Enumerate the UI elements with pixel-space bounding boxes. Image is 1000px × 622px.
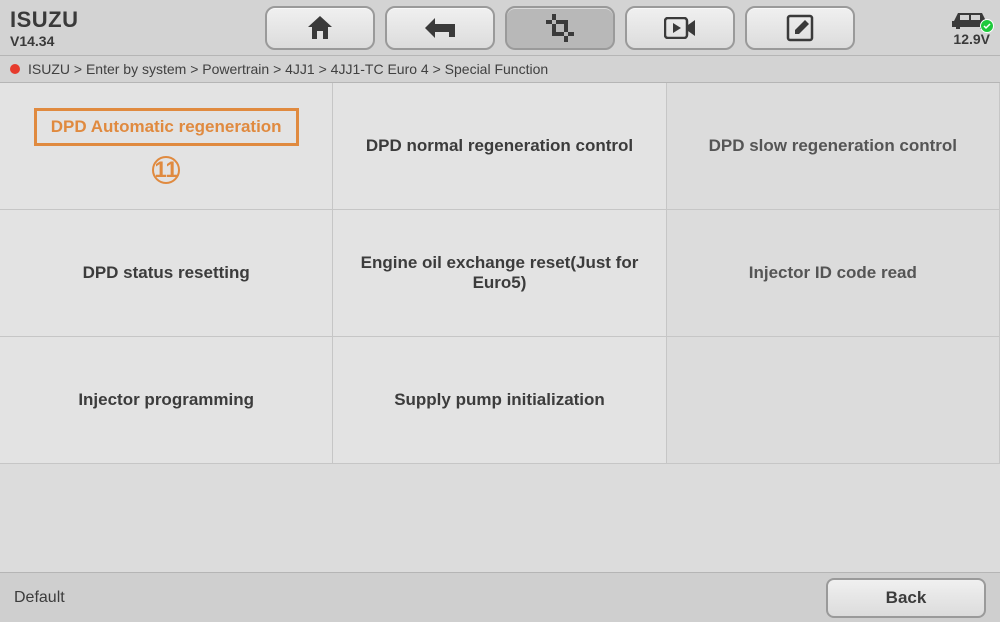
video-icon <box>664 17 696 39</box>
cell-injector-id-read[interactable]: Injector ID code read <box>667 210 1000 337</box>
toolbar <box>190 6 930 50</box>
cell-injector-programming[interactable]: Injector programming <box>0 337 333 464</box>
footer-status: Default <box>14 589 65 607</box>
status-block: 12.9V <box>930 9 990 47</box>
edit-icon <box>786 14 814 42</box>
connection-ok-badge <box>980 19 994 33</box>
back-button-label: Back <box>886 588 927 608</box>
step-marker: 11 <box>152 156 180 184</box>
cell-dpd-normal-regen[interactable]: DPD normal regeneration control <box>333 83 666 210</box>
brand-version: V14.34 <box>10 33 150 49</box>
cell-dpd-auto-regen[interactable]: DPD Automatic regeneration 11 <box>0 83 333 210</box>
cell-label: Supply pump initialization <box>394 390 605 410</box>
back-arrow-icon <box>423 15 457 41</box>
cell-label: Engine oil exchange reset(Just for Euro5… <box>353 253 645 293</box>
app-header: ISUZU V14.34 <box>0 0 1000 55</box>
cell-engine-oil-reset[interactable]: Engine oil exchange reset(Just for Euro5… <box>333 210 666 337</box>
breadcrumb-text: ISUZU > Enter by system > Powertrain > 4… <box>28 61 548 77</box>
home-icon <box>305 14 335 42</box>
record-button[interactable] <box>625 6 735 50</box>
cell-label: Injector ID code read <box>749 263 917 283</box>
cell-label: Injector programming <box>78 390 254 410</box>
cell-empty <box>667 337 1000 464</box>
brand-block: ISUZU V14.34 <box>10 7 150 49</box>
footer: Default Back <box>0 572 1000 622</box>
edit-button[interactable] <box>745 6 855 50</box>
cell-supply-pump-init[interactable]: Supply pump initialization <box>333 337 666 464</box>
cell-dpd-slow-regen[interactable]: DPD slow regeneration control <box>667 83 1000 210</box>
breadcrumb: ISUZU > Enter by system > Powertrain > 4… <box>0 55 1000 83</box>
function-grid: DPD Automatic regeneration 11 DPD normal… <box>0 83 1000 464</box>
screenshot-button[interactable] <box>505 6 615 50</box>
free-area <box>0 464 1000 572</box>
cell-label: DPD Automatic regeneration <box>51 117 282 136</box>
voltage-label: 12.9V <box>953 31 990 47</box>
cell-label: DPD normal regeneration control <box>366 136 633 156</box>
car-status-icon <box>950 9 990 31</box>
crop-icon <box>546 14 574 42</box>
cell-dpd-status-reset[interactable]: DPD status resetting <box>0 210 333 337</box>
highlight-frame: DPD Automatic regeneration <box>34 108 299 146</box>
back-button[interactable]: Back <box>826 578 986 618</box>
record-indicator-icon <box>10 64 20 74</box>
cell-label: DPD slow regeneration control <box>709 136 957 156</box>
cell-label: DPD status resetting <box>83 263 250 283</box>
back-nav-button[interactable] <box>385 6 495 50</box>
home-button[interactable] <box>265 6 375 50</box>
brand-title: ISUZU <box>10 7 150 33</box>
